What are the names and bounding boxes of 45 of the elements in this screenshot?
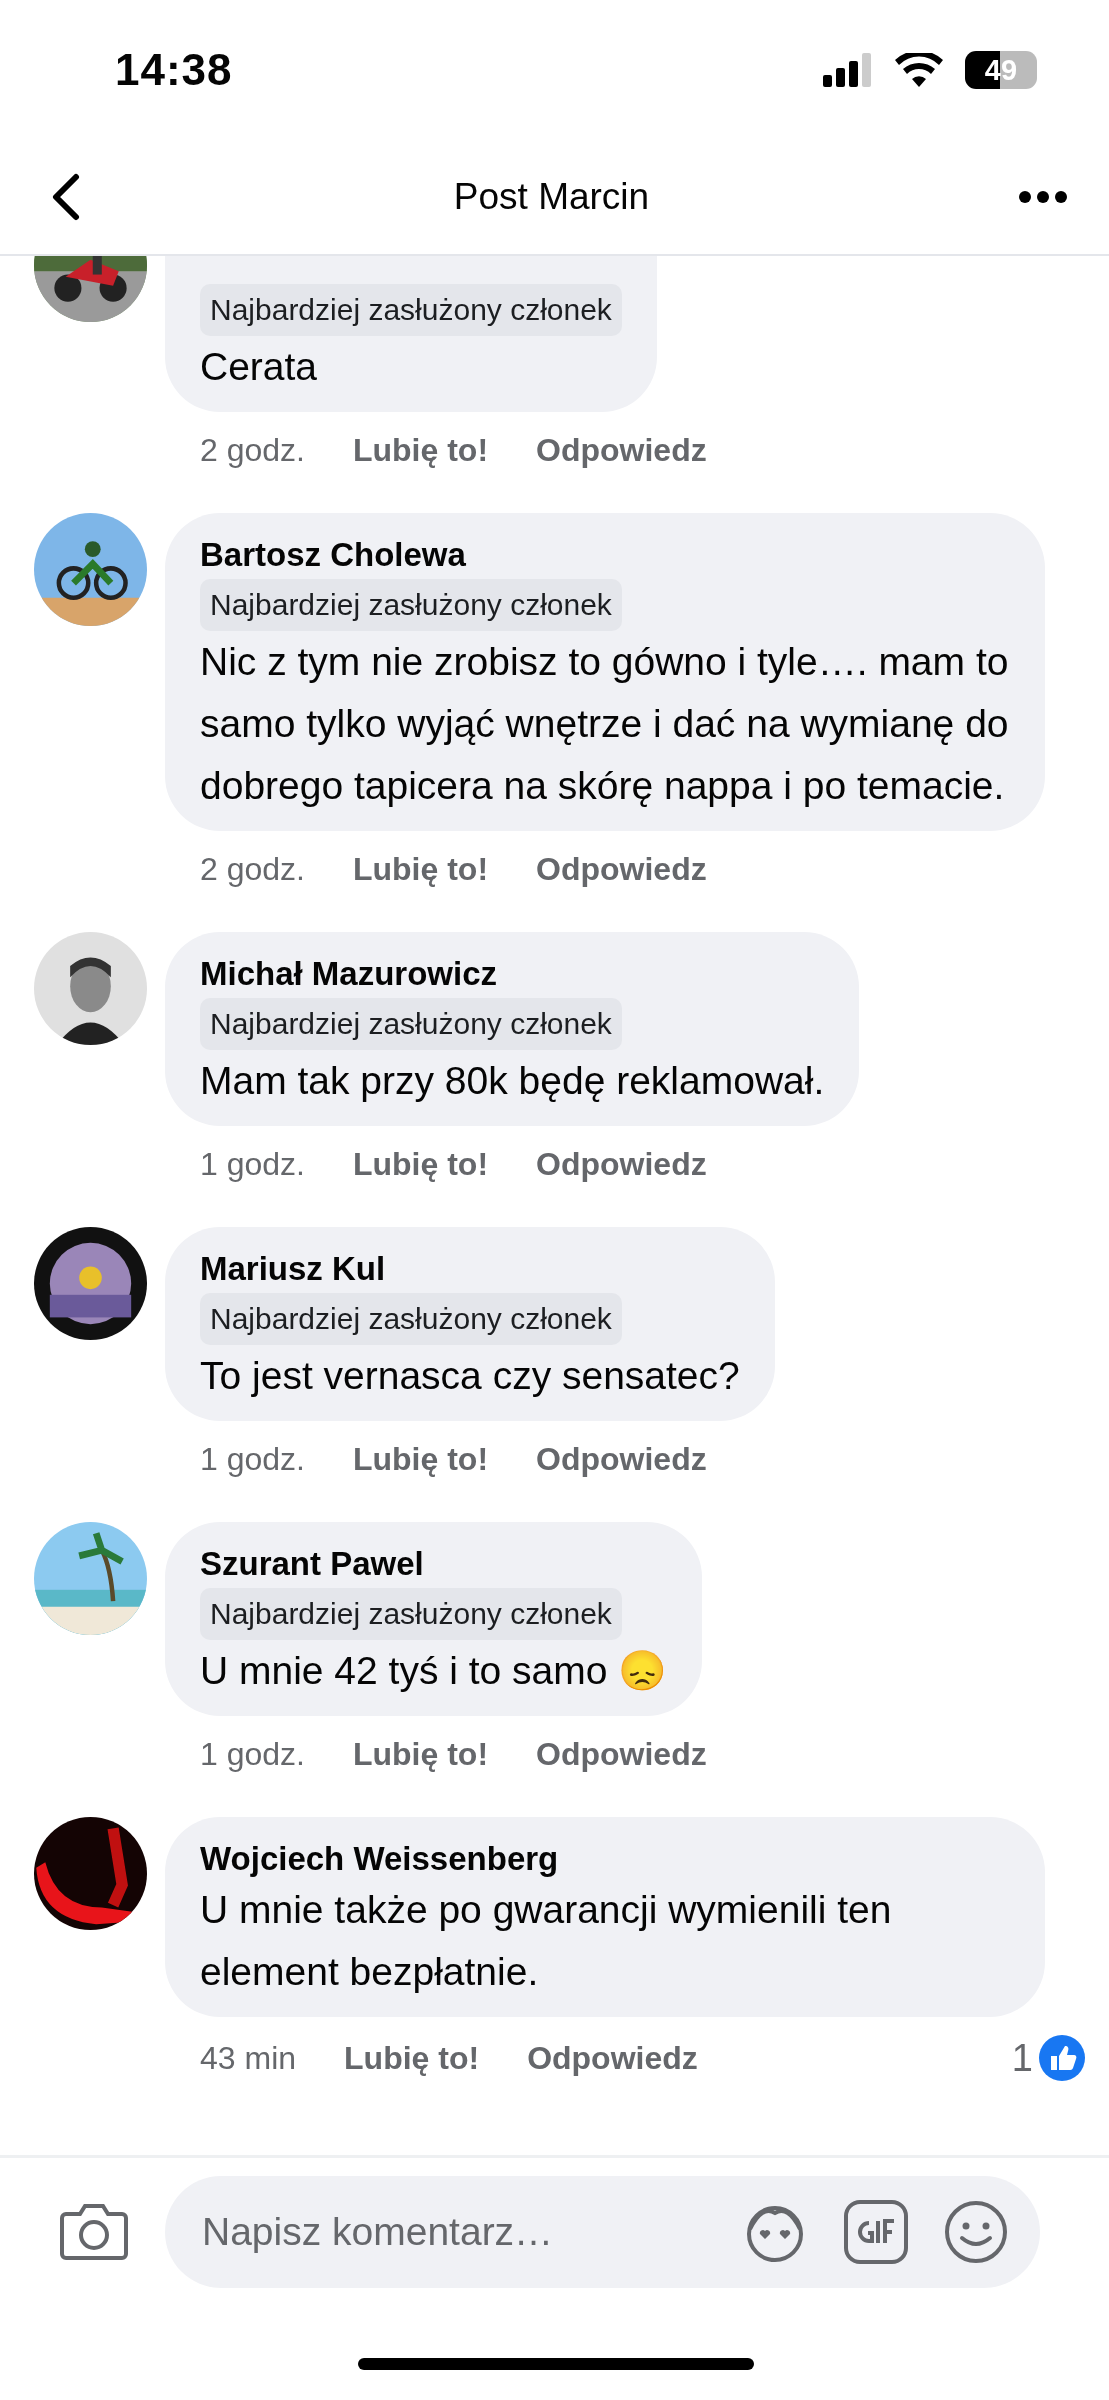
author-name[interactable]: Szurant Pawel [200, 1544, 424, 1584]
comment-text: U mnie 42 tyś i to samo 😞 [200, 1648, 668, 1694]
clock: 14:38 [115, 45, 234, 95]
timestamp: 2 godz. [200, 431, 305, 470]
like-link[interactable]: Lubię to! [352, 1439, 489, 1479]
author-name[interactable]: Mariusz Kul [200, 1249, 386, 1289]
camera-icon[interactable] [60, 2202, 128, 2262]
comment-text: To jest vernasca czy sensatec? [200, 1353, 740, 1399]
like-link[interactable]: Lubię to! [352, 1144, 489, 1184]
timestamp: 1 godz. [200, 1735, 305, 1774]
gif-icon[interactable] [843, 2199, 909, 2265]
timestamp: 1 godz. [200, 1440, 305, 1479]
member-badge: Najbardziej zasłużony członek [200, 284, 622, 336]
comment-text: Nic z tym nie zrobisz to gówno i tyle…. mam to samo tylko wyjąć wnętrze i dać na wymianę do dobrego tapicera na skórę nappa i po temacie. [200, 639, 1010, 809]
more-icon[interactable] [1019, 191, 1067, 203]
like-link[interactable]: Lubię to! [344, 2038, 480, 2078]
reply-link[interactable]: Odpowiedz [527, 2038, 698, 2078]
reply-link[interactable]: Odpowiedz [536, 849, 707, 889]
comment-text: Cerata [200, 344, 318, 390]
timestamp: 43 min [200, 2039, 297, 2078]
comment-text: Mam tak przy 80k będę reklamował. [200, 1058, 825, 1104]
reply-link[interactable]: Odpowiedz [536, 1439, 707, 1479]
reply-link[interactable]: Odpowiedz [536, 430, 707, 470]
timestamp: 1 godz. [200, 1145, 305, 1184]
reply-link[interactable]: Odpowiedz [536, 1734, 707, 1774]
thumbs-up-icon [1039, 2035, 1085, 2081]
reaction-count: 1 [1011, 2038, 1033, 2078]
author-name[interactable]: Bartosz Cholewa [200, 535, 466, 575]
member-badge: Najbardziej zasłużony członek [200, 579, 622, 631]
like-link[interactable]: Lubię to! [352, 1734, 489, 1774]
signal-icon [823, 53, 873, 87]
member-badge: Najbardziej zasłużony członek [200, 998, 622, 1050]
emoji-icon[interactable] [944, 2200, 1008, 2264]
wifi-icon [895, 53, 943, 87]
author-name[interactable]: Wojciech Weissenberg [200, 1839, 559, 1879]
timestamp: 2 godz. [200, 850, 305, 889]
page-title: Post Marcin [453, 176, 650, 218]
comment-field[interactable]: Napisz komentarz… [200, 2209, 707, 2255]
like-link[interactable]: Lubię to! [352, 430, 489, 470]
comment-text: U mnie także po gwarancji wymienili ten element bezpłatnie. [200, 1887, 893, 1995]
member-badge: Najbardziej zasłużony członek [200, 1293, 622, 1345]
author-name[interactable]: Michał Mazurowicz [200, 954, 498, 994]
member-badge: Najbardziej zasłużony członek [200, 1588, 622, 1640]
reply-link[interactable]: Odpowiedz [536, 1144, 707, 1184]
like-link[interactable]: Lubię to! [352, 849, 489, 889]
